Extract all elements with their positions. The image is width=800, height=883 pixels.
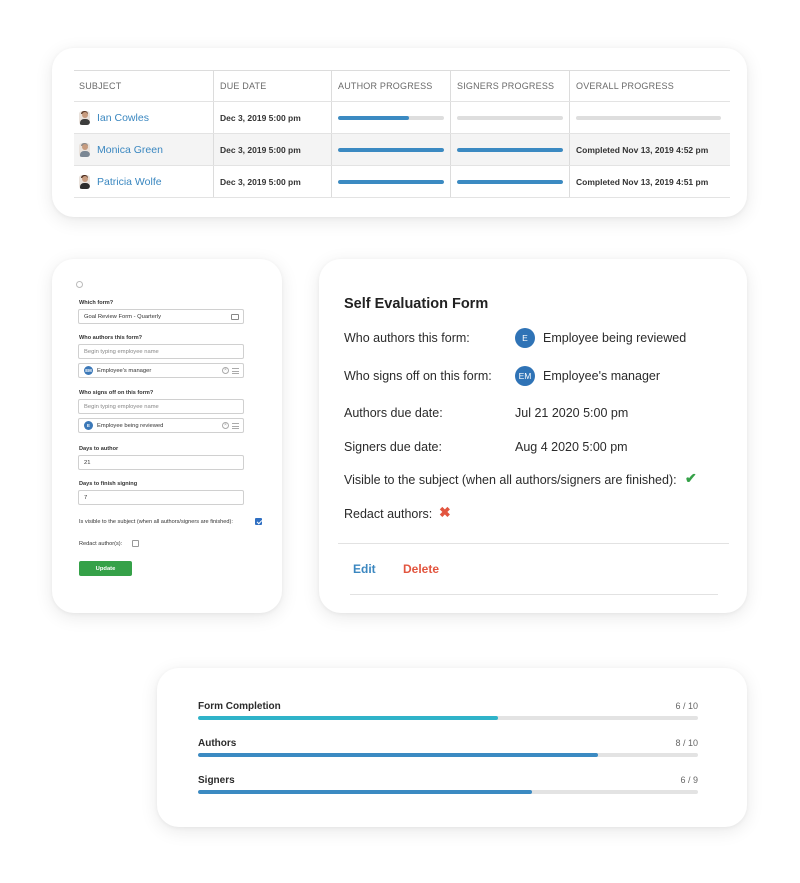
visible-to-subject-label: Visible to the subject (when all authors… [344,473,677,487]
due-date: Dec 3, 2019 5:00 pm [220,176,301,187]
avatar [79,110,90,125]
column-header-signers-progress[interactable]: SIGNERS PROGRESS [457,81,554,91]
authors-chip[interactable]: EM Employee's manager × [78,363,244,378]
signers-count: 6 / 9 [680,775,698,785]
signers-progress-bar [457,115,563,120]
column-header-author-progress[interactable]: AUTHOR PROGRESS [338,81,433,91]
days-to-sign-value: 7 [84,494,88,501]
redact-authors-label: Redact author(s): [79,541,123,547]
authors-search-input[interactable]: Begin typing employee name [78,344,244,359]
signers-due-value: Aug 4 2020 5:00 pm [515,440,628,454]
days-to-sign-input[interactable]: 7 [78,490,244,505]
initials-badge: EM [84,366,93,375]
signers-value: EM Employee's manager [515,366,660,386]
signers-chip-label: Employee being reviewed [97,422,164,429]
divider [338,543,729,544]
review-progress-table-card: SUBJECT DUE DATE AUTHOR PROGRESS SIGNERS… [52,48,747,217]
days-to-author-input[interactable]: 21 [78,455,244,470]
authors-label: Who authors this form? [79,335,143,341]
form-picker-icon[interactable] [231,314,239,320]
form-completion-count: 6 / 10 [675,701,698,711]
avatar [79,174,90,189]
update-button[interactable]: Update [79,561,132,576]
form-detail-card: Self Evaluation Form Who authors this fo… [319,259,747,613]
overall-completed-text: Completed Nov 13, 2019 4:51 pm [576,176,709,187]
authors-label: Who authors this form: [344,331,470,345]
form-completion-label: Form Completion [198,701,281,712]
author-progress-bar [338,147,444,152]
days-to-sign-label: Days to finish signing [79,481,138,487]
column-header-due-date[interactable]: DUE DATE [220,81,266,91]
overall-progress-bar [576,115,721,120]
signers-placeholder: Begin typing employee name [84,403,159,410]
drag-handle-icon[interactable] [232,367,239,374]
due-date: Dec 3, 2019 5:00 pm [220,144,301,155]
author-progress-bar [338,179,444,184]
signers-bar [198,790,698,794]
subject-link[interactable]: Ian Cowles [97,112,149,124]
column-header-subject[interactable]: SUBJECT [79,81,121,91]
signers-value-text: Employee's manager [543,369,661,383]
initials-badge: EM [515,366,535,386]
authors-placeholder: Begin typing employee name [84,348,159,355]
progress-summary-card: Form Completion 6 / 10 Authors 8 / 10 Si… [157,668,747,827]
table-row: Patricia Wolfe Dec 3, 2019 5:00 pm Compl… [74,166,730,198]
signers-progress-bar [457,179,563,184]
check-icon: ✔ [685,470,697,486]
author-progress-bar [338,115,444,120]
overall-completed-text: Completed Nov 13, 2019 4:52 pm [576,144,709,155]
cross-icon: ✖ [439,504,451,520]
review-progress-table: SUBJECT DUE DATE AUTHOR PROGRESS SIGNERS… [74,70,730,198]
authors-label: Authors [198,738,237,749]
divider [350,594,718,595]
form-completion-bar [198,716,698,720]
due-date: Dec 3, 2019 5:00 pm [220,112,301,123]
signers-label: Signers [198,775,235,786]
edit-button[interactable]: Edit [353,562,376,576]
signers-label: Who signs off on this form? [79,390,154,396]
authors-value-text: Employee being reviewed [543,331,687,345]
table-header-row: SUBJECT DUE DATE AUTHOR PROGRESS SIGNERS… [74,71,730,102]
signers-progress-bar [457,147,563,152]
visible-to-subject-label: Is visible to the subject (when all auth… [79,519,233,525]
remove-icon[interactable]: × [222,422,229,429]
authors-due-value: Jul 21 2020 5:00 pm [515,406,629,420]
subject-link[interactable]: Monica Green [97,144,163,156]
remove-icon[interactable]: × [222,367,229,374]
authors-due-label: Authors due date: [344,406,443,420]
days-to-author-label: Days to author [79,446,119,452]
signers-due-label: Signers due date: [344,440,442,454]
close-icon[interactable] [76,281,83,288]
signers-label: Who signs off on this form: [344,369,492,383]
which-form-select[interactable]: Goal Review Form - Quarterly [78,309,244,324]
visible-to-subject-checkbox[interactable] [255,518,262,525]
signers-search-input[interactable]: Begin typing employee name [78,399,244,414]
which-form-label: Which form? [79,300,114,306]
initials-badge: E [515,328,535,348]
authors-count: 8 / 10 [675,738,698,748]
form-title: Self Evaluation Form [344,296,489,312]
form-settings-card: Which form? Goal Review Form - Quarterly… [52,259,282,613]
drag-handle-icon[interactable] [232,422,239,429]
column-header-overall-progress[interactable]: OVERALL PROGRESS [576,81,674,91]
redact-authors-label: Redact authors: [344,507,433,521]
table-row: Ian Cowles Dec 3, 2019 5:00 pm [74,102,730,134]
redact-authors-checkbox[interactable] [132,540,139,547]
delete-button[interactable]: Delete [403,562,439,576]
avatar [79,142,90,157]
initials-badge: E [84,421,93,430]
authors-bar [198,753,698,757]
subject-link[interactable]: Patricia Wolfe [97,176,162,188]
signers-chip[interactable]: E Employee being reviewed × [78,418,244,433]
days-to-author-value: 21 [84,459,91,466]
table-row: Monica Green Dec 3, 2019 5:00 pm Complet… [74,134,730,166]
which-form-value: Goal Review Form - Quarterly [84,313,161,320]
authors-chip-label: Employee's manager [97,367,152,374]
authors-value: E Employee being reviewed [515,328,686,348]
